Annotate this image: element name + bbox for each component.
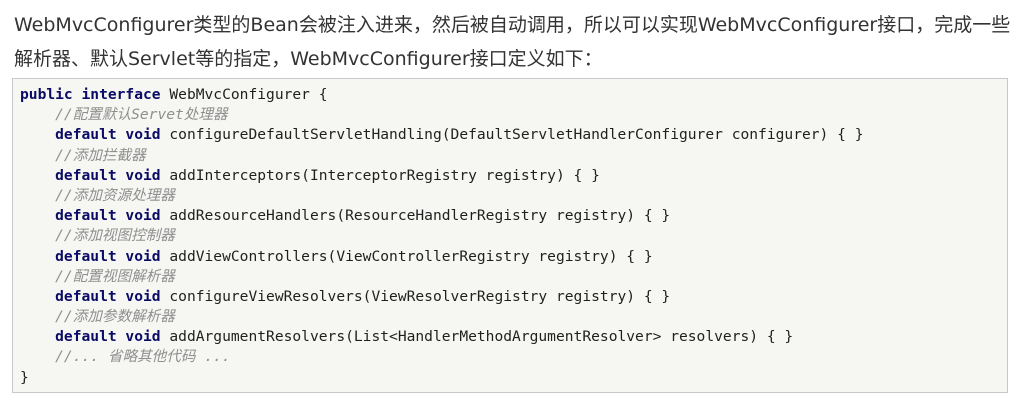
code-line: //配置默认Servet处理器 — [20, 105, 1007, 125]
code-comment: //添加参数解析器 — [20, 308, 175, 326]
code-text: addInterceptors(InterceptorRegistry regi… — [160, 166, 600, 184]
code-text: addViewControllers(ViewControllerRegistr… — [160, 247, 653, 265]
code-line: default void addArgumentResolvers(List<H… — [20, 327, 1007, 347]
code-keyword: default void — [20, 207, 161, 225]
code-line: public interface WebMvcConfigurer { — [20, 85, 1007, 105]
code-line: default void addInterceptors(Interceptor… — [20, 166, 1007, 186]
code-line: //配置视图解析器 — [20, 267, 1007, 287]
code-line: //添加视图控制器 — [20, 226, 1007, 246]
intro-line-1: WebMvcConfigurer类型的Bean会被注入进来，然后被自动调用，所以… — [14, 14, 1011, 36]
code-text: } — [20, 368, 29, 386]
code-keyword: default void — [20, 166, 161, 184]
code-line: //添加资源处理器 — [20, 186, 1007, 206]
code-keyword: default void — [20, 287, 161, 305]
code-line: //添加参数解析器 — [20, 307, 1007, 327]
code-text: addResourceHandlers(ResourceHandlerRegis… — [160, 207, 671, 225]
code-text: addArgumentResolvers(List<HandlerMethodA… — [160, 328, 794, 346]
code-comment: //配置默认Servet处理器 — [20, 106, 228, 124]
code-block: public interface WebMvcConfigurer { //配置… — [12, 78, 1008, 393]
code-comment: //... 省略其他代码 ... — [20, 348, 231, 366]
code-comment: //添加视图控制器 — [20, 227, 175, 245]
code-line: default void addViewControllers(ViewCont… — [20, 247, 1007, 267]
code-line: default void configureDefaultServletHand… — [20, 125, 1007, 145]
code-keyword: default void — [20, 328, 161, 346]
code-keyword: default void — [20, 126, 161, 144]
code-line: default void configureViewResolvers(View… — [20, 287, 1007, 307]
code-comment: //添加拦截器 — [20, 146, 146, 164]
code-line: default void addResourceHandlers(Resourc… — [20, 206, 1007, 226]
code-text: configureViewResolvers(ViewResolverRegis… — [160, 287, 671, 305]
code-line: } — [20, 368, 1007, 388]
code-line: //添加拦截器 — [20, 146, 1007, 166]
code-text: WebMvcConfigurer { — [160, 86, 328, 103]
code-keyword: default void — [20, 247, 161, 265]
code-text: configureDefaultServletHandling(DefaultS… — [160, 126, 864, 144]
code-comment: //配置视图解析器 — [20, 267, 175, 285]
intro-line-2: 解析器、默认Servlet等的指定，WebMvcConfigurer接口定义如下… — [14, 48, 603, 70]
code-comment: //添加资源处理器 — [20, 186, 175, 204]
code-keyword: public interface — [20, 86, 161, 103]
code-line: //... 省略其他代码 ... — [20, 347, 1007, 367]
intro-paragraph: WebMvcConfigurer类型的Bean会被注入进来，然后被自动调用，所以… — [14, 8, 1018, 76]
